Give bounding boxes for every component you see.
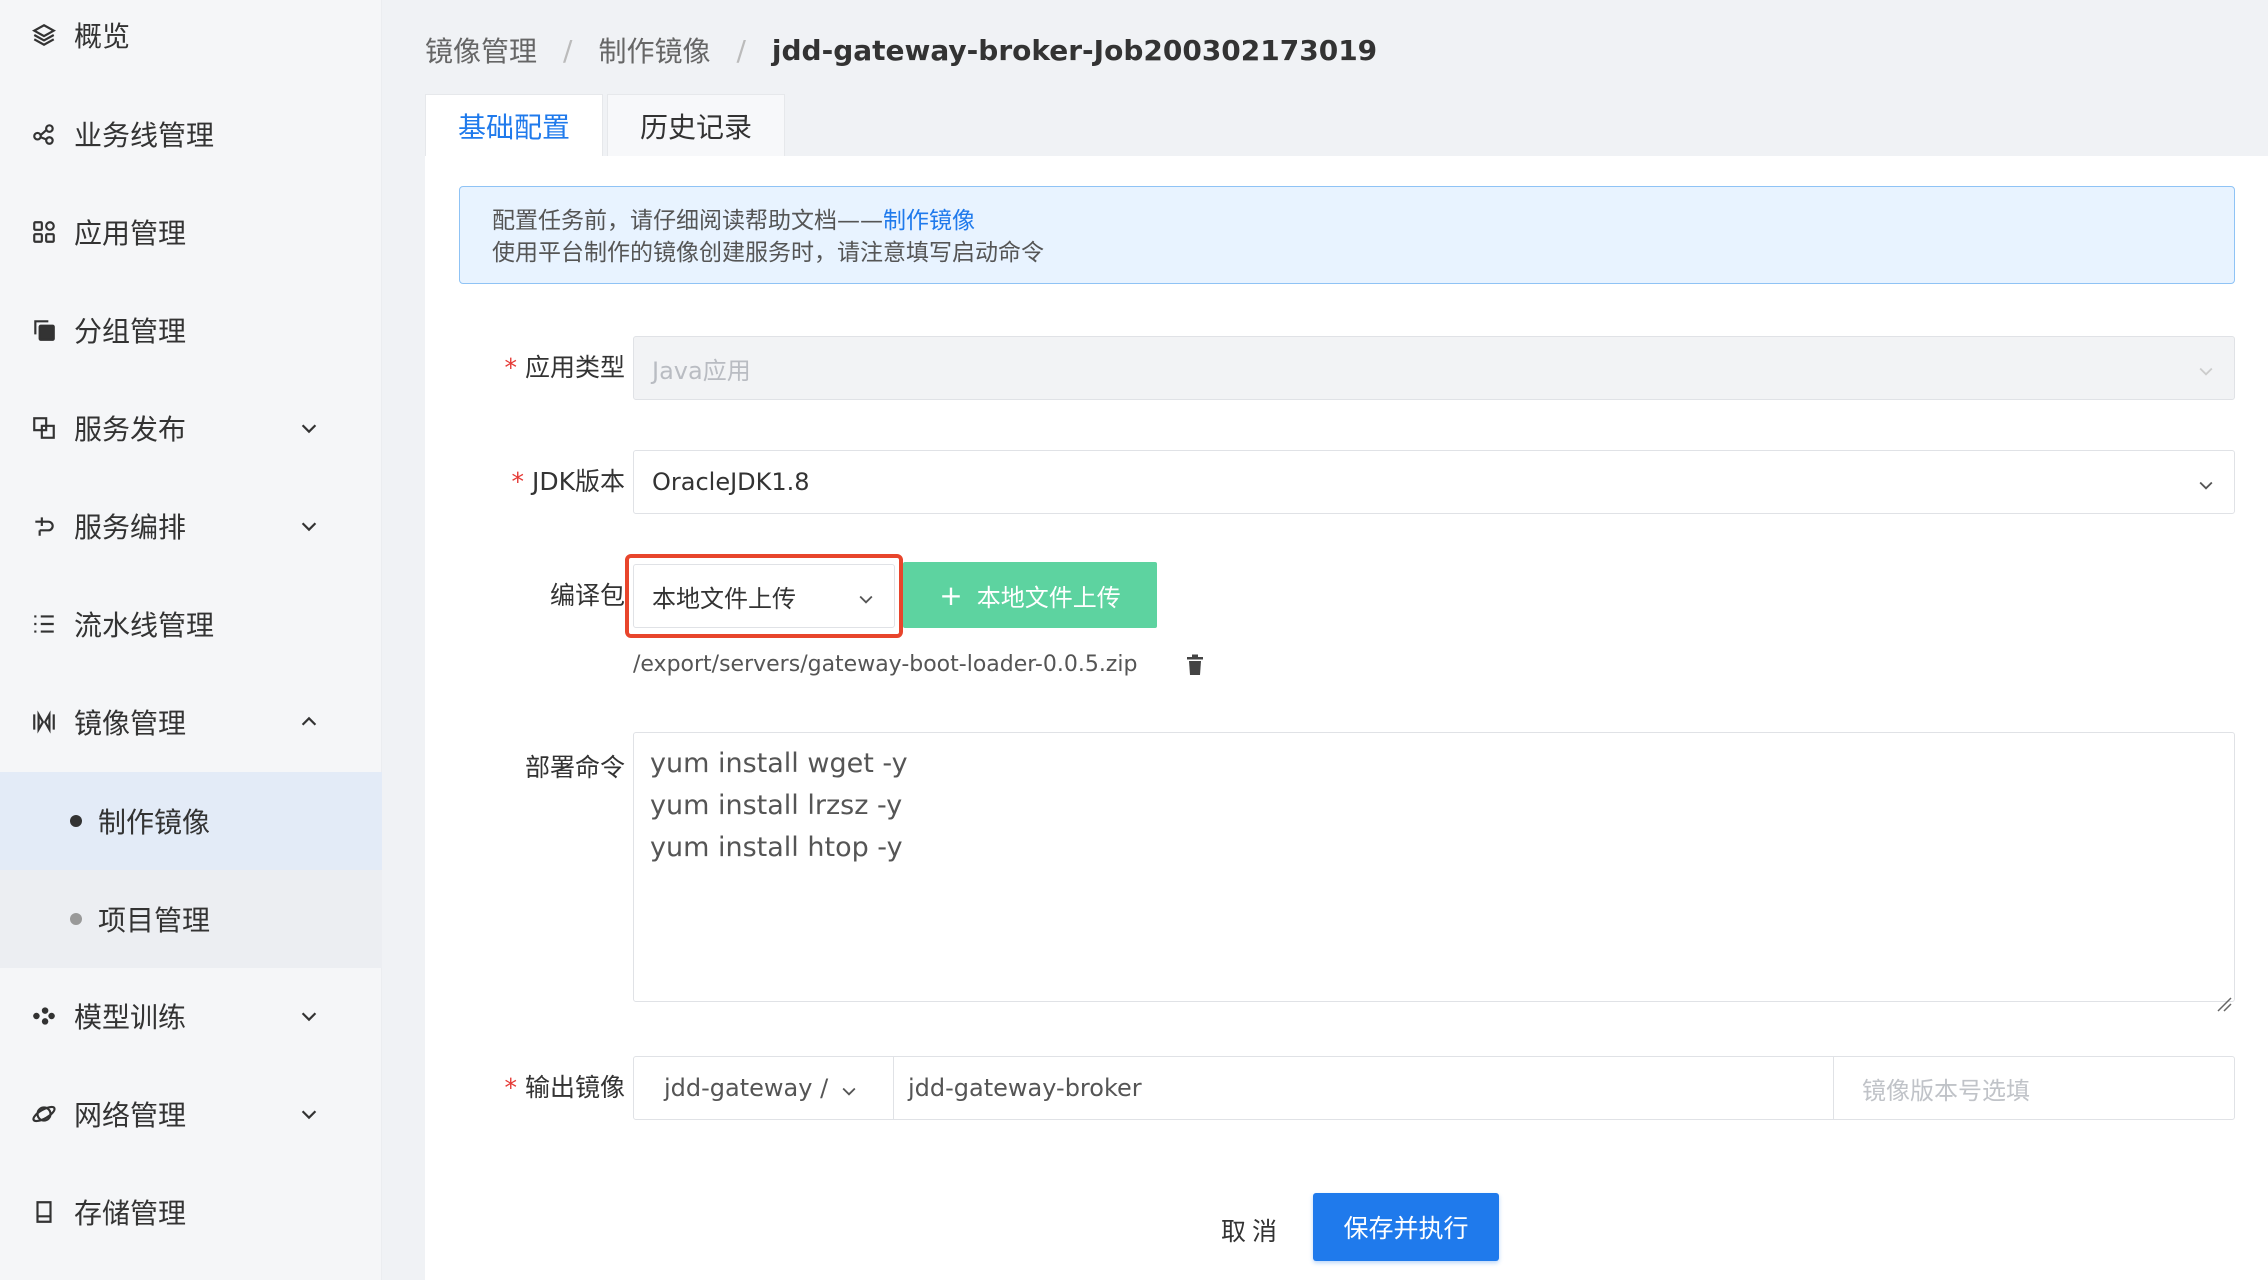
apps-icon	[30, 218, 58, 246]
alert-line-2: 使用平台制作的镜像创建服务时，请注意填写启动命令	[492, 240, 1044, 266]
form-panel: 配置任务前，请仔细阅读帮助文档——制作镜像 使用平台制作的镜像创建服务时，请注意…	[425, 156, 2268, 1280]
submenu-item-label: 项目管理	[98, 904, 211, 937]
bullet-icon	[70, 913, 82, 925]
image-name-input[interactable]: jdd-gateway-broker	[894, 1057, 1834, 1119]
list-icon	[30, 610, 58, 638]
sidebar-item-label: 业务线管理	[74, 119, 215, 152]
output-image-label: * 输出镜像	[504, 1073, 625, 1102]
namespace-select[interactable]: jdd-gateway /	[634, 1057, 894, 1119]
upload-button-label: 本地文件上传	[976, 583, 1121, 612]
plus-icon: +	[939, 578, 963, 612]
sidebar-item-label: 概览	[74, 20, 131, 53]
command-line: yum install lrzsz -y	[650, 790, 903, 821]
breadcrumb-separator: /	[563, 33, 573, 67]
sidebar-item-label: 模型训练	[74, 1001, 187, 1034]
sidebar-item-label: 服务发布	[74, 413, 187, 446]
sidebar-item-pipeline[interactable]: 流水线管理	[0, 575, 382, 673]
storage-icon	[30, 1198, 58, 1226]
jdk-select[interactable]: OracleJDK1.8	[633, 450, 2235, 514]
sidebar-item-label: 服务编排	[74, 511, 187, 544]
chevron-down-icon	[2196, 473, 2216, 493]
output-image-group: jdd-gateway / jdd-gateway-broker 镜像版本号选填	[633, 1056, 2235, 1120]
app-type-label: * 应用类型	[504, 353, 625, 382]
sidebar-item-business[interactable]: 业务线管理	[0, 85, 382, 183]
breadcrumb: 镜像管理 / 制作镜像 / jdd-gateway-broker-Job2003…	[425, 30, 1377, 70]
planet-icon	[30, 1100, 58, 1128]
chevron-down-icon	[298, 1005, 320, 1027]
chevron-down-icon	[839, 1079, 859, 1099]
alert-text: 配置任务前，请仔细阅读帮助文档——	[492, 208, 883, 234]
copy-icon	[30, 316, 58, 344]
submenu-item-projects[interactable]: 项目管理	[0, 870, 382, 968]
chevron-down-icon	[2196, 359, 2216, 379]
chevron-down-icon	[298, 1103, 320, 1125]
layers-icon	[30, 21, 58, 49]
sidebar-item-label: 网络管理	[74, 1099, 187, 1132]
image-submenu: 制作镜像 项目管理	[0, 772, 382, 968]
submenu-item-make-image[interactable]: 制作镜像	[0, 772, 382, 870]
sidebar-item-label: 分组管理	[74, 315, 187, 348]
package-label: 编译包	[549, 581, 625, 610]
bullet-icon	[70, 815, 82, 827]
image-name-value: jdd-gateway-broker	[908, 1074, 1142, 1102]
sidebar-item-groups[interactable]: 分组管理	[0, 281, 382, 379]
tab-basic-config[interactable]: 基础配置	[425, 94, 604, 156]
jdk-label: * JDK版本	[511, 467, 625, 496]
namespace-value: jdd-gateway /	[664, 1074, 829, 1102]
save-and-run-button[interactable]: 保存并执行	[1313, 1193, 1499, 1261]
alert-line-1: 配置任务前，请仔细阅读帮助文档——制作镜像	[492, 205, 2202, 237]
sidebar-item-label: 存储管理	[74, 1197, 187, 1230]
app-type-value: Java应用	[652, 356, 751, 385]
breadcrumb-current: jdd-gateway-broker-Job200302173019	[771, 33, 1378, 67]
sidebar-item-orchestrate[interactable]: 服务编排	[0, 477, 382, 575]
sidebar-item-model[interactable]: 模型训练	[0, 967, 382, 1065]
sidebar-item-publish[interactable]: 服务发布	[0, 379, 382, 477]
publish-icon	[30, 414, 58, 442]
breadcrumb-link[interactable]: 制作镜像	[598, 30, 710, 70]
resize-grip-icon[interactable]	[2216, 983, 2232, 1012]
app-type-select: Java应用	[633, 336, 2235, 400]
tab-history[interactable]: 历史记录	[607, 94, 786, 156]
info-alert: 配置任务前，请仔细阅读帮助文档——制作镜像 使用平台制作的镜像创建服务时，请注意…	[459, 186, 2235, 284]
jdk-value: OracleJDK1.8	[652, 468, 810, 496]
chevron-up-icon	[298, 711, 320, 733]
image-version-input[interactable]: 镜像版本号选填	[1834, 1057, 2234, 1119]
image-icon	[30, 708, 58, 736]
submenu-item-label: 制作镜像	[98, 806, 211, 839]
command-line: yum install wget -y	[650, 748, 908, 779]
command-line: yum install htop -y	[650, 832, 903, 863]
sidebar-item-label: 应用管理	[74, 217, 187, 250]
deploy-command-textarea[interactable]: yum install wget -y yum install lrzsz -y…	[633, 732, 2235, 1012]
image-version-placeholder: 镜像版本号选填	[1862, 1076, 2030, 1105]
chevron-down-icon	[298, 417, 320, 439]
sidebar-item-overview[interactable]: 概览	[0, 0, 382, 84]
upload-button[interactable]: + 本地文件上传	[903, 562, 1157, 628]
share-icon	[30, 120, 58, 148]
highlight-box	[625, 554, 903, 638]
sidebar: 概览 业务线管理 应用管理 分组管理 服务发布 服务编排 流水线管理 镜像管理 …	[0, 0, 382, 1280]
sidebar-item-image[interactable]: 镜像管理	[0, 673, 382, 771]
model-icon	[30, 1002, 58, 1030]
uploaded-file-path: /export/servers/gateway-boot-loader-0.0.…	[633, 652, 1138, 677]
breadcrumb-link[interactable]: 镜像管理	[425, 30, 537, 70]
deploy-command-label: 部署命令	[524, 753, 625, 782]
sidebar-item-apps[interactable]: 应用管理	[0, 183, 382, 281]
chevron-down-icon	[298, 515, 320, 537]
sidebar-item-network[interactable]: 网络管理	[0, 1065, 382, 1163]
sidebar-item-storage[interactable]: 存储管理	[0, 1163, 382, 1261]
tab-bar: 基础配置 历史记录	[425, 94, 789, 156]
cancel-button[interactable]: 取消	[1221, 1212, 1283, 1248]
breadcrumb-separator: /	[736, 33, 746, 67]
help-doc-link[interactable]: 制作镜像	[883, 208, 975, 234]
main-content: 镜像管理 / 制作镜像 / jdd-gateway-broker-Job2003…	[383, 0, 2268, 1280]
orchestrate-icon	[30, 512, 58, 540]
delete-file-icon[interactable]	[1185, 654, 1205, 676]
sidebar-item-label: 镜像管理	[74, 707, 187, 740]
sidebar-item-label: 流水线管理	[74, 609, 215, 642]
